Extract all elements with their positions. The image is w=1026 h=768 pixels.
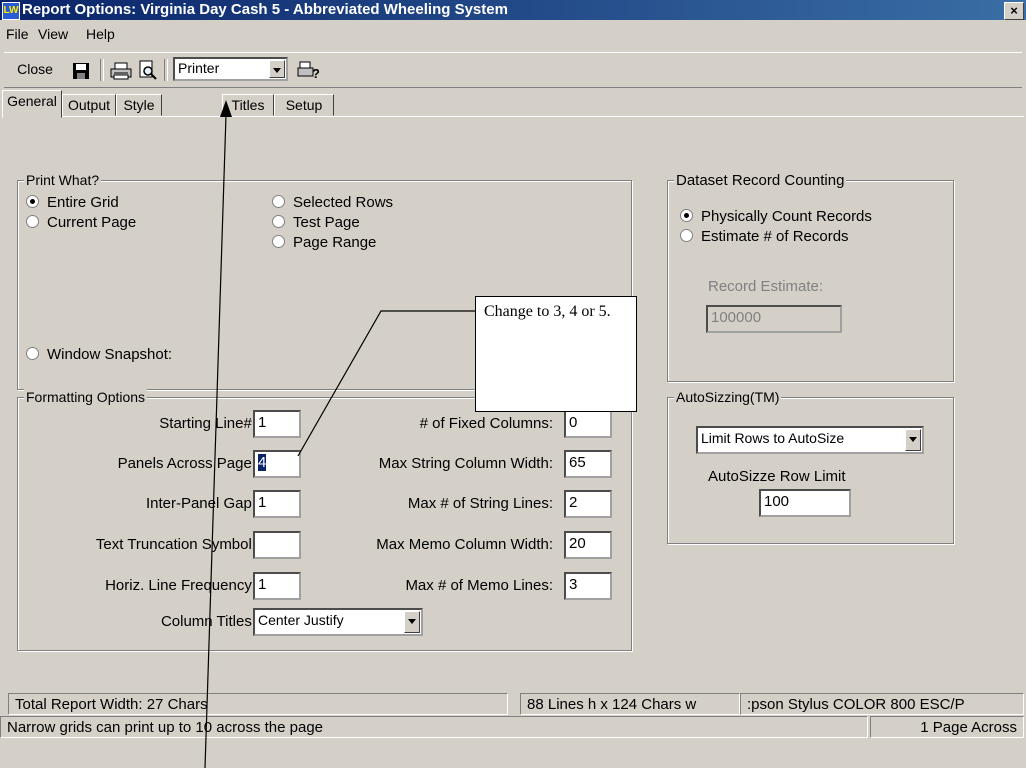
radio-window-snapshot[interactable]: Window Snapshot: [26, 347, 172, 363]
autosize-mode-select[interactable]: Limit Rows to AutoSize [696, 426, 924, 454]
tab-style[interactable]: Style [116, 94, 162, 116]
window-title: Report Options: Virginia Day Cash 5 - Ab… [22, 1, 508, 18]
inter-panel-gap-label: Inter-Panel Gap: [145, 495, 256, 512]
row-limit-label: AutoSizze Row Limit [708, 468, 846, 485]
autosize-mode-value: Limit Rows to AutoSize [701, 430, 845, 446]
record-estimate-label: Record Estimate: [708, 278, 824, 295]
record-estimate-input[interactable]: 100000 [706, 305, 842, 333]
max-memo-width-label: Max Memo Column Width: [376, 536, 553, 553]
radio-label: Selected Rows [293, 194, 394, 211]
print-preview-icon [139, 60, 157, 80]
inter-panel-gap-input[interactable]: 1 [253, 490, 301, 518]
save-icon [73, 63, 89, 79]
radio-label: Physically Count Records [701, 208, 872, 225]
status-hint: Narrow grids can print up to 10 across t… [0, 716, 868, 738]
radio-label: Page Range [293, 234, 377, 251]
radio-label: Window Snapshot: [47, 346, 173, 363]
dataset-record-counting-title: Dataset Record Counting [674, 172, 847, 189]
panels-across-label: Panels Across Page: [117, 455, 256, 472]
toolbar: Close Printer [4, 52, 1022, 88]
formatting-options-group: Formatting Options Starting Line#: 1 Pan… [17, 389, 632, 651]
app-icon: LW [2, 2, 20, 20]
max-memo-lines-label: Max # of Memo Lines: [405, 577, 553, 594]
panels-across-input[interactable]: 4 [253, 450, 301, 478]
chevron-down-icon[interactable] [404, 611, 420, 633]
max-memo-width-input[interactable]: 20 [564, 531, 612, 559]
radio-entire-grid[interactable]: Entire Grid [26, 195, 119, 211]
chevron-down-icon[interactable] [905, 429, 921, 451]
text-truncation-input[interactable] [253, 531, 301, 559]
print-what-title: Print What? [24, 172, 102, 188]
status-total-width: Total Report Width: 27 Chars [8, 693, 508, 715]
status-pages-across: 1 Page Across [870, 716, 1024, 738]
print-button[interactable] [108, 58, 134, 84]
radio-current-page[interactable]: Current Page [26, 215, 136, 231]
radio-label: Current Page [47, 214, 137, 231]
fixed-columns-label: # of Fixed Columns: [419, 415, 553, 432]
text-truncation-label: Text Truncation Symbol: [95, 536, 256, 553]
printer-destination-select[interactable]: Printer [173, 57, 288, 81]
radio-estimate-records[interactable]: Estimate # of Records [680, 229, 849, 245]
radio-selected-icon [26, 195, 39, 208]
printer-setup-button[interactable]: ? [296, 58, 320, 84]
radio-label: Entire Grid [47, 194, 119, 211]
column-titles-label: Column Titles: [160, 613, 256, 630]
toolbar-separator [100, 59, 104, 81]
status-printer-name: :pson Stylus COLOR 800 ESC/P [740, 693, 1024, 715]
radio-label: Test Page [293, 214, 360, 231]
menu-view[interactable]: View [38, 26, 68, 42]
panels-across-value: 4 [258, 454, 267, 471]
radio-physically-count[interactable]: Physically Count Records [680, 209, 872, 225]
radio-selected-rows[interactable]: Selected Rows [272, 195, 393, 211]
radio-label: Estimate # of Records [701, 228, 849, 245]
autosizing-group: AutoSizzing(TM) Limit Rows to AutoSize A… [667, 389, 954, 544]
radio-test-page[interactable]: Test Page [272, 215, 360, 231]
close-button[interactable]: Close [10, 56, 60, 82]
starting-line-input[interactable]: 1 [253, 410, 301, 438]
menu-file[interactable]: File [6, 26, 29, 42]
max-memo-lines-input[interactable]: 3 [564, 572, 612, 600]
status-lines-chars: 88 Lines h x 124 Chars w [520, 693, 740, 715]
radio-icon [272, 215, 285, 228]
radio-icon [272, 235, 285, 248]
max-string-width-input[interactable]: 65 [564, 450, 612, 478]
close-window-button[interactable]: × [1004, 2, 1024, 20]
formatting-options-title: Formatting Options [24, 389, 148, 405]
autosizing-title: AutoSizzing(TM) [674, 389, 782, 405]
radio-icon [272, 195, 285, 208]
radio-page-range[interactable]: Page Range [272, 235, 376, 251]
printer-setup-icon: ? [297, 61, 319, 81]
tab-output[interactable]: Output [62, 94, 116, 116]
annotation-callout: Change to 3, 4 or 5. [475, 296, 637, 412]
title-bar: LW Report Options: Virginia Day Cash 5 -… [0, 0, 1026, 20]
row-limit-input[interactable]: 100 [759, 489, 851, 517]
max-string-width-label: Max String Column Width: [378, 455, 553, 472]
svg-text:?: ? [312, 66, 319, 81]
column-titles-value: Center Justify [258, 612, 344, 628]
fixed-columns-input[interactable]: 0 [564, 410, 612, 438]
radio-icon [26, 215, 39, 228]
radio-icon [680, 229, 693, 242]
tab-titles[interactable]: Titles [222, 94, 274, 116]
radio-icon [26, 347, 39, 360]
menu-help[interactable]: Help [86, 26, 115, 42]
starting-line-label: Starting Line#: [159, 415, 256, 432]
print-preview-button[interactable] [136, 58, 160, 84]
chevron-down-icon[interactable] [269, 60, 285, 78]
horiz-line-freq-label: Horiz. Line Frequency: [105, 577, 256, 594]
max-string-lines-label: Max # of String Lines: [407, 495, 553, 512]
menu-bar: File View Help [0, 22, 1026, 46]
horiz-line-freq-input[interactable]: 1 [253, 572, 301, 600]
column-titles-select[interactable]: Center Justify [253, 608, 423, 636]
max-string-lines-input[interactable]: 2 [564, 490, 612, 518]
save-button[interactable] [68, 58, 92, 84]
tab-general[interactable]: General [2, 90, 62, 118]
radio-selected-icon [680, 209, 693, 222]
tab-setup[interactable]: Setup [274, 94, 334, 116]
dataset-record-counting-group: Dataset Record Counting Physically Count… [667, 172, 954, 382]
toolbar-separator [164, 59, 168, 81]
printer-icon [110, 62, 132, 80]
printer-destination-value: Printer [178, 60, 220, 76]
